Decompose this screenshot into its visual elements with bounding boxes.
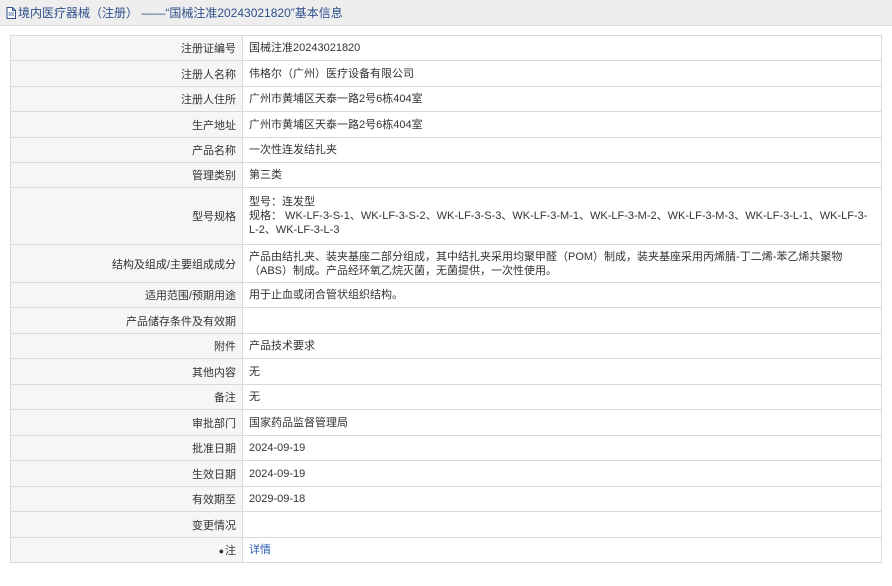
field-value: 国械注准20243021820 [242, 35, 882, 61]
field-value: 产品技术要求 [242, 333, 882, 359]
field-label: 注册证编号 [10, 35, 243, 61]
field-label: 结构及组成/主要组成成分 [10, 244, 243, 283]
pin-icon: ● [218, 546, 224, 556]
field-value [242, 307, 882, 334]
field-value: 国家药品监督管理局 [242, 409, 882, 436]
table-row: 生产地址 广州市黄埔区天泰一路2号6栋404室 [10, 111, 882, 138]
field-value: 产品由结扎夹、装夹基座二部分组成，其中结扎夹采用均聚甲醛（POM）制成，装夹基座… [242, 244, 882, 283]
table-row: 型号规格 型号：连发型 规格： WK-LF-3-S-1、WK-LF-3-S-2、… [10, 187, 882, 245]
field-label: 产品储存条件及有效期 [10, 307, 243, 334]
table-row: ●注 详情 [10, 537, 882, 563]
field-label: 注册人名称 [10, 60, 243, 87]
table-row: 审批部门 国家药品监督管理局 [10, 409, 882, 436]
spec-line: 规格： WK-LF-3-S-1、WK-LF-3-S-2、WK-LF-3-S-3、… [249, 210, 868, 236]
field-value: 详情 [242, 537, 882, 563]
field-label: 适用范围/预期用途 [10, 282, 243, 308]
field-value: 一次性连发结扎夹 [242, 137, 882, 163]
table-row: 其他内容 无 [10, 358, 882, 385]
field-label: ●注 [10, 537, 243, 563]
table-row: 产品名称 一次性连发结扎夹 [10, 137, 882, 163]
table-row: 产品储存条件及有效期 [10, 307, 882, 334]
table-row: 备注 无 [10, 384, 882, 410]
table-row: 注册人名称 伟格尔（广州）医疗设备有限公司 [10, 60, 882, 87]
model-line: 型号：连发型 [249, 196, 315, 208]
field-label: 生产地址 [10, 111, 243, 138]
field-value: 第三类 [242, 162, 882, 188]
field-value: 伟格尔（广州）医疗设备有限公司 [242, 60, 882, 87]
document-icon [6, 6, 16, 19]
table-row: 结构及组成/主要组成成分 产品由结扎夹、装夹基座二部分组成，其中结扎夹采用均聚甲… [10, 244, 882, 283]
note-label: 注 [225, 545, 236, 557]
table-row: 管理类别 第三类 [10, 162, 882, 188]
field-label: 附件 [10, 333, 243, 359]
table-row: 有效期至 2029-09-18 [10, 486, 882, 512]
field-label: 备注 [10, 384, 243, 410]
table-row: 变更情况 [10, 511, 882, 538]
field-value: 型号：连发型 规格： WK-LF-3-S-1、WK-LF-3-S-2、WK-LF… [242, 187, 882, 245]
field-value: 用于止血或闭合管状组织结构。 [242, 282, 882, 308]
field-value: 无 [242, 384, 882, 410]
field-value [242, 511, 882, 538]
table-row: 注册人住所 广州市黄埔区天泰一路2号6栋404室 [10, 86, 882, 112]
table-row: 附件 产品技术要求 [10, 333, 882, 359]
details-link[interactable]: 详情 [249, 544, 271, 556]
info-table: 注册证编号 国械注准20243021820 注册人名称 伟格尔（广州）医疗设备有… [10, 35, 882, 563]
field-value: 2024-09-19 [242, 460, 882, 487]
field-value: 广州市黄埔区天泰一路2号6栋404室 [242, 111, 882, 138]
page-title: 境内医疗器械（注册） ——“国械注准20243021820”基本信息 [18, 6, 343, 20]
field-label: 型号规格 [10, 187, 243, 245]
field-label: 产品名称 [10, 137, 243, 163]
field-value: 2024-09-19 [242, 435, 882, 461]
field-label: 其他内容 [10, 358, 243, 385]
table-row: 注册证编号 国械注准20243021820 [10, 35, 882, 61]
page-title-bar: 境内医疗器械（注册） ——“国械注准20243021820”基本信息 [0, 0, 892, 26]
table-row: 批准日期 2024-09-19 [10, 435, 882, 461]
field-label: 审批部门 [10, 409, 243, 436]
field-label: 生效日期 [10, 460, 243, 487]
table-row: 适用范围/预期用途 用于止血或闭合管状组织结构。 [10, 282, 882, 308]
table-row: 生效日期 2024-09-19 [10, 460, 882, 487]
field-label: 注册人住所 [10, 86, 243, 112]
field-value: 2029-09-18 [242, 486, 882, 512]
field-label: 批准日期 [10, 435, 243, 461]
field-label: 变更情况 [10, 511, 243, 538]
field-label: 管理类别 [10, 162, 243, 188]
field-value: 无 [242, 358, 882, 385]
field-label: 有效期至 [10, 486, 243, 512]
field-value: 广州市黄埔区天泰一路2号6栋404室 [242, 86, 882, 112]
